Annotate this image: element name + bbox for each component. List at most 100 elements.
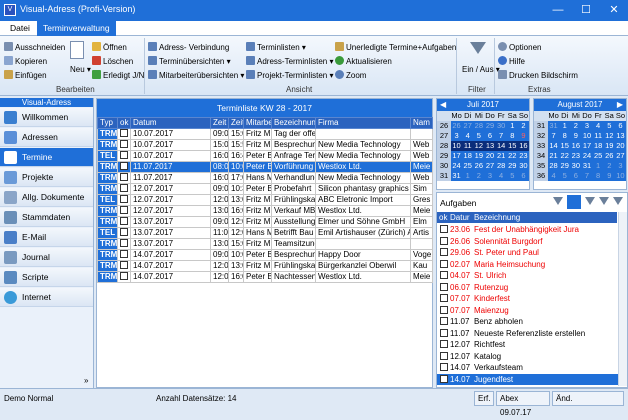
task-done-checkbox[interactable] xyxy=(440,328,448,337)
calendar-day[interactable]: 19 xyxy=(603,141,615,151)
calendar-day[interactable]: 3 xyxy=(484,171,496,181)
calendar-day[interactable]: 22 xyxy=(506,151,518,161)
help-button[interactable]: Hilfe xyxy=(498,56,525,67)
calendar-day[interactable]: 30 xyxy=(517,161,529,171)
table-row[interactable]: TEL 13.07.201711:012:0Hans MBetrifft BauE… xyxy=(97,227,433,239)
calendar-day[interactable]: 6 xyxy=(614,121,626,131)
calendar-day[interactable]: 31 xyxy=(451,171,463,181)
calendar-day[interactable]: 6 xyxy=(517,171,529,181)
delete-button[interactable]: Löschen xyxy=(92,56,133,67)
calendar-day[interactable]: 11 xyxy=(592,131,604,141)
calendar-day[interactable]: 14 xyxy=(495,141,507,151)
cut-button[interactable]: Ausschneiden xyxy=(4,42,65,53)
column-header[interactable]: Bezeichnung xyxy=(474,213,520,222)
done-checkbox[interactable] xyxy=(120,217,128,225)
minimize-button[interactable]: — xyxy=(544,0,572,21)
task-done-checkbox[interactable] xyxy=(440,294,448,302)
calendar-day[interactable]: 1 xyxy=(462,171,474,181)
calendar-day[interactable]: 2 xyxy=(570,121,582,131)
calendar-day[interactable]: 27 xyxy=(462,121,474,131)
sidebar-expand-icon[interactable]: » xyxy=(84,376,88,385)
done-checkbox[interactable] xyxy=(120,184,128,192)
calendar-day[interactable]: 24 xyxy=(581,151,593,161)
task-row[interactable]: 26.06 Solennität Burgdorf xyxy=(437,236,625,247)
task-row[interactable]: 07.07 Kinderfest xyxy=(437,293,625,304)
task-row[interactable]: 11.07 Benz abholen xyxy=(437,316,625,327)
calendar-day[interactable]: 8 xyxy=(592,171,604,181)
table-row[interactable]: TRM12.07.201709:010:3Peter BProbefahrtSi… xyxy=(97,183,433,195)
calendar-day[interactable]: 1 xyxy=(506,121,518,131)
done-checkbox[interactable] xyxy=(120,151,128,159)
calendar-day[interactable]: 2 xyxy=(603,161,615,171)
done-checkbox[interactable] xyxy=(120,173,128,181)
calendar-day[interactable]: 6 xyxy=(570,171,582,181)
prev-month-icon[interactable]: ◀ xyxy=(440,99,446,111)
table-row[interactable]: TRM 14.07.201712:013:0Fritz MüFrühlingska… xyxy=(97,260,433,272)
table-row[interactable]: TRM 10.07.201715:015:5Fritz MüBesprechunN… xyxy=(97,139,433,151)
done-toggle-button[interactable]: Erledigt J/N xyxy=(92,70,144,81)
calendar-day[interactable]: 26 xyxy=(451,121,463,131)
calendar-day[interactable]: 8 xyxy=(506,131,518,141)
tab-terminverwaltung[interactable]: Terminverwaltung xyxy=(37,21,116,36)
table-row[interactable]: TRM 13.07.201713:015:0Fritz MüTeamsitzung xyxy=(97,238,433,250)
task-done-checkbox[interactable] xyxy=(440,351,448,360)
column-header[interactable]: Nam xyxy=(410,117,433,129)
calendar-day[interactable]: 20 xyxy=(484,151,496,161)
column-header[interactable]: Typ xyxy=(97,117,118,129)
sidebar-item-journal[interactable]: Journal xyxy=(0,248,93,267)
calendar-day[interactable]: 30 xyxy=(495,121,507,131)
calendar-day[interactable]: 9 xyxy=(517,131,529,141)
column-header[interactable]: Zeit xyxy=(228,117,244,129)
calendar-day[interactable]: 2 xyxy=(517,121,529,131)
task-done-checkbox[interactable] xyxy=(440,282,448,291)
filter-icon[interactable] xyxy=(599,197,609,207)
sidebar-item-email[interactable]: E-Mail xyxy=(0,228,93,247)
task-row[interactable]: 23.06 Fest der Unabhängigkeit Jura xyxy=(437,224,625,235)
calendar-day[interactable]: 25 xyxy=(592,151,604,161)
calendar-day[interactable]: 7 xyxy=(495,131,507,141)
column-header[interactable]: Firma xyxy=(315,117,411,129)
calendar-day[interactable]: 31 xyxy=(548,121,560,131)
calendar-day[interactable]: 28 xyxy=(495,161,507,171)
calendar-day[interactable]: 5 xyxy=(473,131,485,141)
sidebar-item-projekte[interactable]: Projekte xyxy=(0,168,93,187)
next-month-icon[interactable]: ▶ xyxy=(617,99,623,111)
calendar-day[interactable]: 8 xyxy=(559,131,571,141)
calendar-day[interactable]: 18 xyxy=(462,151,474,161)
calendar-day[interactable]: 7 xyxy=(581,171,593,181)
open-tasks-button[interactable]: Unerledigte Termine+Aufgaben xyxy=(335,42,456,53)
done-checkbox[interactable] xyxy=(120,239,128,247)
appointment-overview-button[interactable]: Terminübersichten ▾ xyxy=(148,56,231,67)
table-row[interactable]: TEL 10.07.201716:016:4Peter BAnfrage Terr… xyxy=(97,150,433,162)
task-done-checkbox[interactable] xyxy=(440,305,448,314)
calendar-day[interactable]: 16 xyxy=(517,141,529,151)
done-checkbox[interactable] xyxy=(120,162,128,170)
sidebar-item-stammdaten[interactable]: Stammdaten xyxy=(0,208,93,227)
calendar-day[interactable]: 15 xyxy=(506,141,518,151)
table-row[interactable]: TRM 12.07.201713:016:0Fritz MüVerkauf MBW… xyxy=(97,205,433,217)
calendar-day[interactable]: 28 xyxy=(473,121,485,131)
calendar-day[interactable]: 10 xyxy=(581,131,593,141)
task-row[interactable]: 12.07 Richtfest xyxy=(437,339,625,350)
employee-overview-button[interactable]: Mitarbeiterübersichten ▾ xyxy=(148,70,244,81)
calendar-day[interactable]: 15 xyxy=(559,141,571,151)
calendar-day[interactable]: 3 xyxy=(581,121,593,131)
sidebar-item-internet[interactable]: Internet xyxy=(0,288,93,307)
calendar-day[interactable]: 10 xyxy=(451,141,463,151)
calendar-day[interactable]: 1 xyxy=(592,161,604,171)
calendar-day[interactable]: 12 xyxy=(473,141,485,151)
tab-datei[interactable]: Datei xyxy=(4,21,36,36)
calendar-day[interactable]: 9 xyxy=(603,171,615,181)
calendar-day[interactable]: 23 xyxy=(570,151,582,161)
calendar-day[interactable]: 27 xyxy=(614,151,626,161)
calendar-day[interactable]: 27 xyxy=(484,161,496,171)
calendar-day[interactable]: 24 xyxy=(451,161,463,171)
calendar-day[interactable]: 28 xyxy=(548,161,560,171)
done-checkbox[interactable] xyxy=(120,261,128,269)
column-header[interactable]: Datur xyxy=(450,213,470,222)
copy-button[interactable]: Kopieren xyxy=(4,56,47,67)
task-done-checkbox[interactable] xyxy=(440,363,448,371)
task-row[interactable]: 07.07 Maienzug xyxy=(437,305,625,316)
close-button[interactable]: ✕ xyxy=(600,0,628,21)
zoom-button[interactable]: Zoom xyxy=(335,70,366,81)
